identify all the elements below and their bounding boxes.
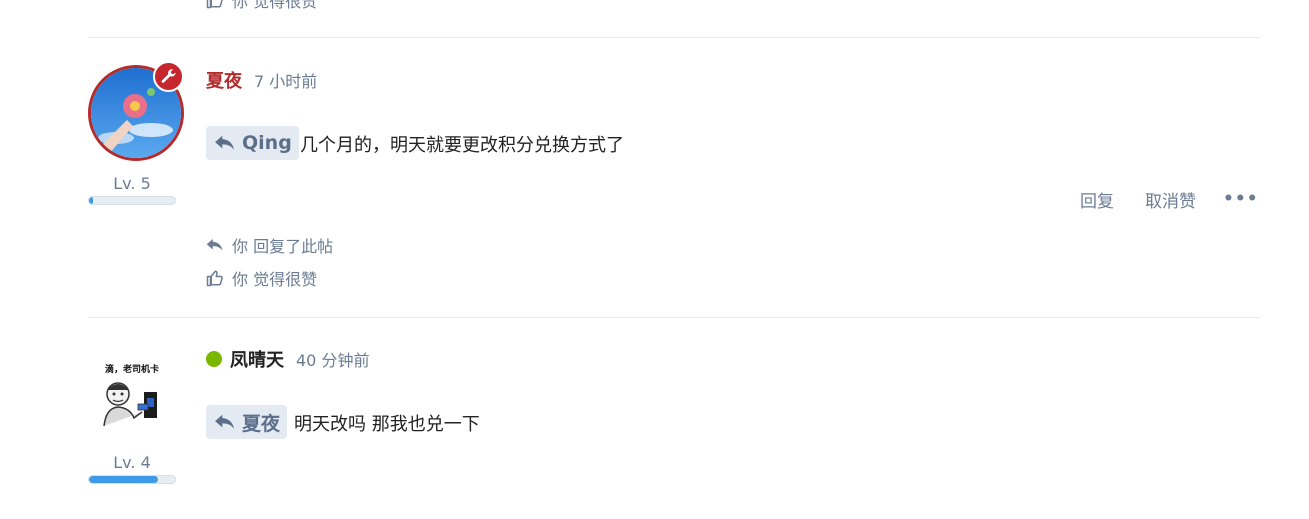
level-progress-fill bbox=[89, 197, 94, 204]
reply-icon bbox=[215, 414, 234, 429]
post-header: 夏夜 7 小时前 bbox=[206, 67, 317, 93]
unlike-button[interactable]: 取消赞 bbox=[1145, 187, 1196, 212]
thumbs-up-icon bbox=[206, 0, 223, 9]
post-divider bbox=[88, 37, 1260, 38]
liked-meta-text: 你 觉得很赞 bbox=[232, 270, 318, 289]
reply-icon bbox=[215, 135, 234, 150]
user-level: Lv. 4 bbox=[113, 453, 151, 472]
meme-figure-image bbox=[103, 382, 157, 427]
post-divider bbox=[88, 317, 1260, 318]
post-time[interactable]: 40 分钟前 bbox=[296, 347, 369, 371]
liked-meta-text: 你 觉得很赞 bbox=[232, 0, 318, 11]
wrench-icon bbox=[161, 69, 176, 83]
replied-meta[interactable]: 你 回复了此帖 bbox=[206, 233, 333, 257]
reply-button[interactable]: 回复 bbox=[1080, 187, 1114, 212]
moderator-badge bbox=[153, 61, 184, 92]
username[interactable]: 夏夜 bbox=[206, 67, 242, 93]
more-icon: ••• bbox=[1223, 189, 1259, 209]
post-header: 凤晴天 40 分钟前 bbox=[206, 346, 369, 372]
liked-meta[interactable]: 你 觉得很赞 bbox=[206, 266, 317, 290]
replied-meta-text: 你 回复了此帖 bbox=[232, 237, 334, 256]
reply-icon bbox=[206, 239, 223, 251]
reply-to-name: 夏夜 bbox=[242, 412, 281, 435]
reply-to-tag[interactable]: Qing bbox=[206, 126, 299, 160]
post-content: 明天改吗 那我也兑一下 bbox=[294, 414, 480, 435]
level-progress-bar bbox=[88, 196, 176, 205]
liked-meta-previous: 你 觉得很赞 bbox=[206, 0, 317, 12]
post-content: 几个月的，明天就要更改积分兑换方式了 bbox=[300, 135, 624, 156]
user-level: Lv. 5 bbox=[113, 174, 151, 193]
thumbs-up-icon bbox=[206, 270, 223, 287]
level-progress-fill bbox=[89, 476, 158, 483]
online-status-dot bbox=[206, 351, 222, 367]
more-options-button[interactable]: ••• bbox=[1223, 189, 1259, 209]
reply-to-name: Qing bbox=[242, 132, 292, 154]
reply-to-tag[interactable]: 夏夜 bbox=[206, 405, 288, 439]
avatar[interactable]: 滴，老司机卡 bbox=[88, 346, 176, 434]
post-time[interactable]: 7 小时前 bbox=[254, 68, 317, 92]
username[interactable]: 凤晴天 bbox=[230, 346, 284, 372]
level-progress-bar bbox=[88, 475, 176, 484]
